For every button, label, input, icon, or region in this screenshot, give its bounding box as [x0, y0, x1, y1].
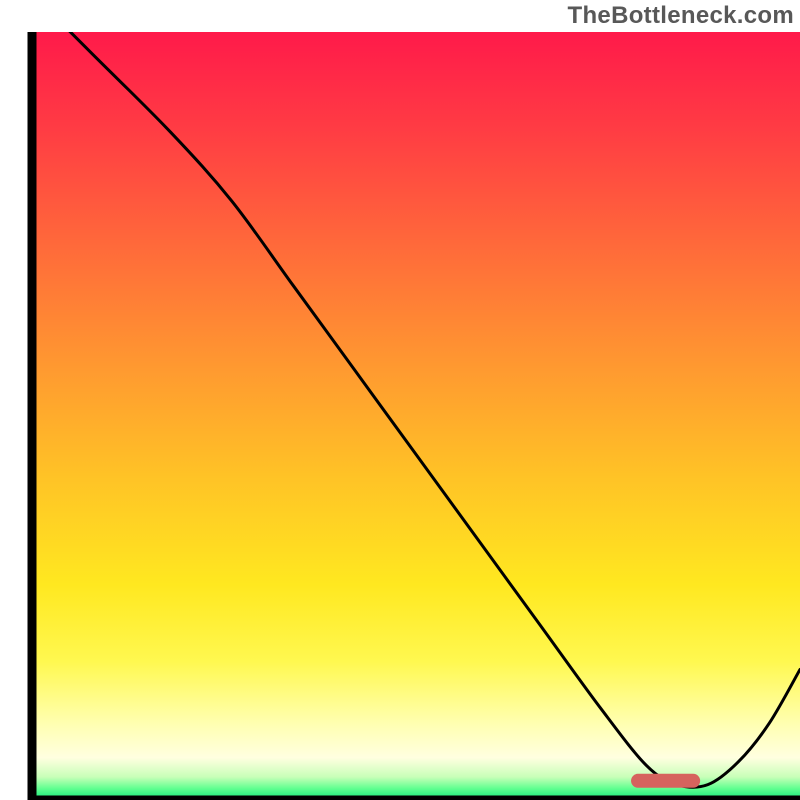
- plot-area: [32, 0, 800, 800]
- bottleneck-chart: [0, 0, 800, 800]
- optimal-marker: [631, 774, 700, 788]
- chart-container: TheBottleneck.com: [0, 0, 800, 800]
- gradient-background: [32, 32, 800, 800]
